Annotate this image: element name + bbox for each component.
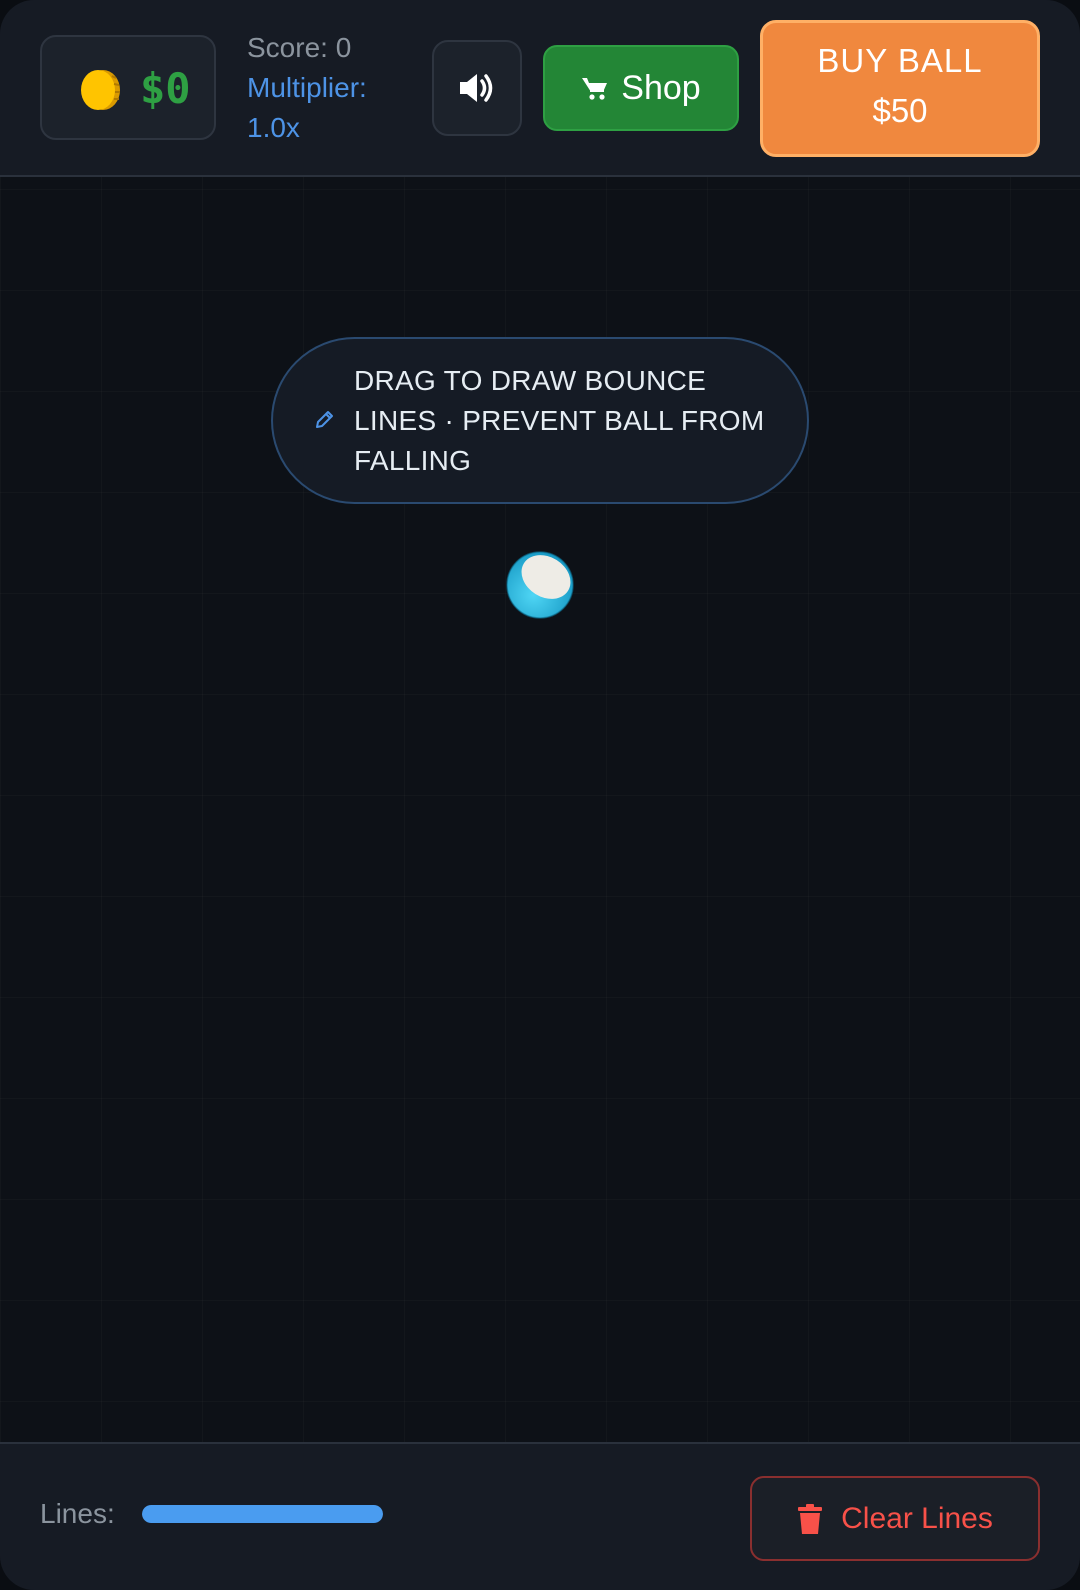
shop-button[interactable]: Shop: [543, 45, 739, 131]
stats-panel: Score: 0 Multiplier: 1.0x: [247, 28, 407, 148]
shop-label: Shop: [621, 69, 701, 107]
buy-ball-label: BUY BALL: [817, 42, 983, 79]
money-amount: $0: [140, 64, 191, 113]
score-label: Score: 0: [247, 32, 352, 63]
multiplier-label: Multiplier:: [247, 72, 367, 103]
game-screen: $0 Score: 0 Multiplier: 1.0x Shop BUY BA…: [0, 0, 1080, 1590]
top-bar: $0 Score: 0 Multiplier: 1.0x Shop BUY BA…: [0, 0, 1080, 177]
instruction-banner: DRAG TO DRAW BOUNCE LINES · PREVENT BALL…: [271, 337, 809, 504]
bottom-bar: Lines: Clear Lines: [0, 1442, 1080, 1590]
buy-ball-button[interactable]: BUY BALL $50: [760, 20, 1040, 157]
multiplier-value: 1.0x: [247, 112, 300, 143]
lines-label: Lines:: [40, 1498, 115, 1529]
buy-ball-price: $50: [872, 92, 928, 129]
lines-meter: [142, 1505, 383, 1523]
sound-toggle-button[interactable]: [432, 40, 522, 136]
instruction-text: DRAG TO DRAW BOUNCE LINES · PREVENT BALL…: [354, 365, 765, 476]
trash-icon: [798, 1503, 823, 1534]
clear-lines-label: Clear Lines: [841, 1501, 993, 1535]
clear-lines-button[interactable]: Clear Lines: [750, 1476, 1040, 1561]
coin-icon: [81, 70, 120, 110]
money-display: $0: [40, 35, 216, 140]
pencil-icon: [316, 411, 333, 428]
speaker-icon: [460, 74, 493, 102]
cart-icon: [582, 78, 608, 100]
ball: [506, 551, 574, 619]
play-area[interactable]: DRAG TO DRAW BOUNCE LINES · PREVENT BALL…: [0, 177, 1080, 1442]
lines-meter-fill: [142, 1505, 383, 1523]
